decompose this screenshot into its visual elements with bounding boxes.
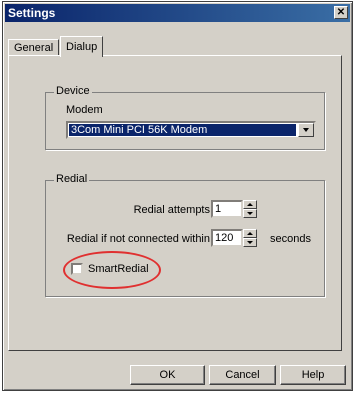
redial-attempts-up-button[interactable]: [243, 200, 257, 209]
redial-attempts-down-button[interactable]: [243, 209, 257, 218]
spin-down-icon: [247, 212, 253, 215]
redial-attempts-spinner[interactable]: [243, 200, 257, 218]
redial-timeout-up-button[interactable]: [243, 229, 257, 238]
tab-dialup-label: Dialup: [66, 41, 98, 53]
tab-general-label: General: [14, 42, 54, 54]
tab-dialup[interactable]: Dialup: [60, 36, 104, 57]
redial-timeout-unit: seconds: [270, 233, 311, 245]
redial-timeout-down-button[interactable]: [243, 238, 257, 247]
spin-up-icon: [247, 232, 253, 235]
redial-group-label: Redial: [54, 173, 90, 185]
redial-timeout-label: Redial if not connected within: [66, 233, 210, 245]
spin-up-icon: [247, 203, 253, 206]
tab-general[interactable]: General: [8, 39, 60, 56]
smartredial-highlight-circle: [63, 251, 161, 289]
modem-label: Modem: [66, 104, 103, 116]
close-icon: ✕: [336, 7, 346, 18]
title-bar[interactable]: Settings ✕: [5, 4, 350, 22]
redial-attempts-label: Redial attempts: [133, 204, 210, 216]
cancel-button[interactable]: Cancel: [209, 365, 276, 385]
window-title: Settings: [8, 6, 56, 20]
dropdown-arrow-icon: [303, 128, 309, 132]
redial-attempts-input[interactable]: 1: [211, 200, 243, 218]
modem-dropdown-button[interactable]: [298, 123, 314, 137]
redial-timeout-input[interactable]: 120: [211, 229, 243, 247]
modem-select[interactable]: 3Com Mini PCI 56K Modem: [66, 121, 316, 139]
ok-button[interactable]: OK: [130, 365, 205, 385]
close-button[interactable]: ✕: [334, 6, 348, 19]
redial-timeout-spinner[interactable]: [243, 229, 257, 247]
device-group-label: Device: [54, 85, 92, 97]
help-button[interactable]: Help: [280, 365, 346, 385]
spin-down-icon: [247, 241, 253, 244]
modem-selected-value: 3Com Mini PCI 56K Modem: [69, 124, 296, 136]
